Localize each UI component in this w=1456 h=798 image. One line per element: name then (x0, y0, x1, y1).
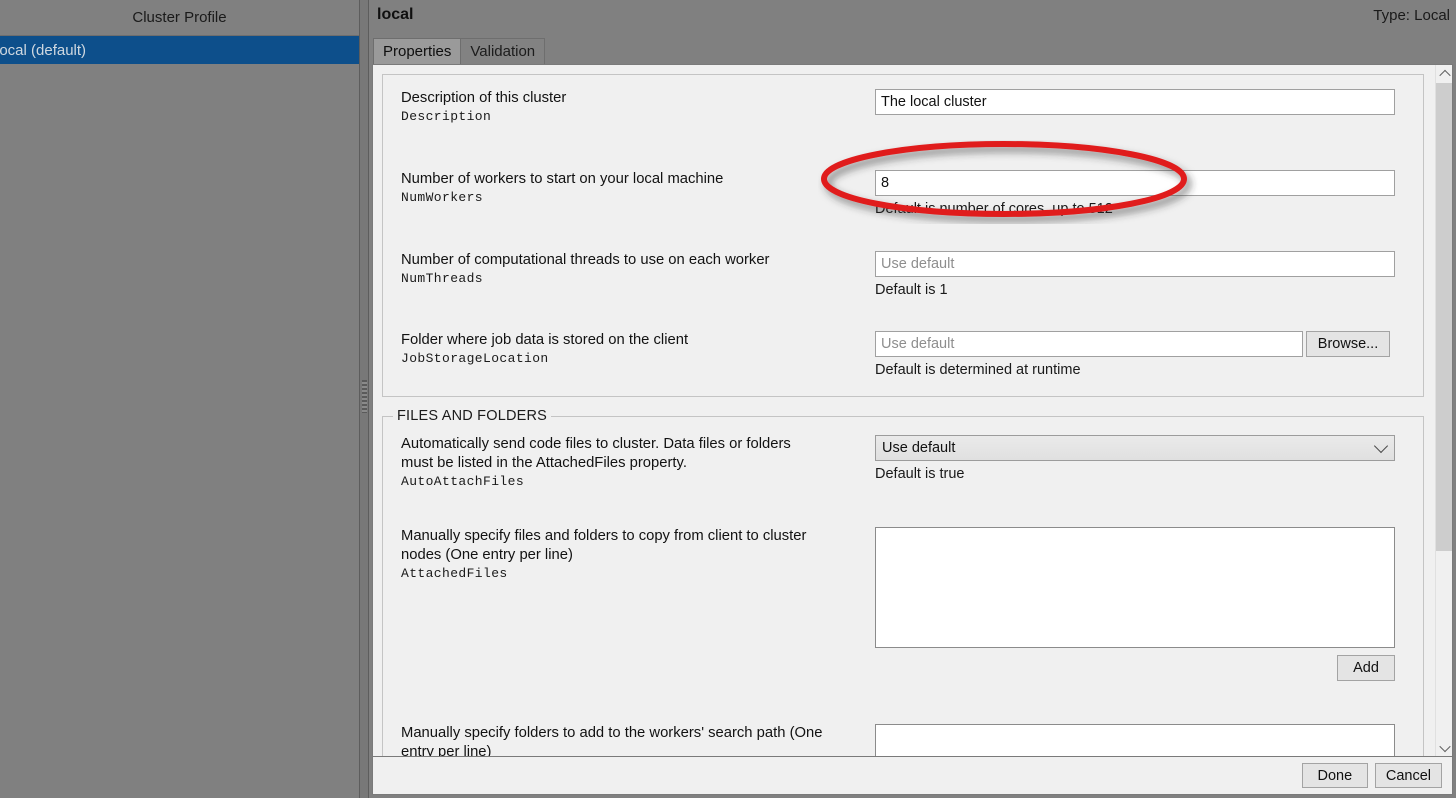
row-description-field (875, 89, 1423, 126)
dialog-button-bar: Done Cancel (372, 757, 1453, 795)
tab-strip: Properties Validation (373, 38, 546, 64)
properties-scroll-viewport: Description of this cluster Description … (373, 65, 1436, 756)
row-autoattachfiles-field: Use default Default is true (875, 435, 1423, 491)
row-additional-paths-labels: Manually specify folders to add to the w… (383, 724, 875, 756)
row-numworkers-labels: Number of workers to start on your local… (383, 170, 875, 219)
row-description-property: Description (401, 109, 492, 124)
row-attachedfiles-label: Manually specify files and folders to co… (401, 528, 807, 563)
row-additional-paths-label: Manually specify folders to add to the w… (401, 725, 823, 756)
properties-vertical-scrollbar[interactable] (1435, 65, 1452, 756)
profile-title-bar: local Type: Local (369, 0, 1456, 34)
profile-type-label: Type: Local (1373, 7, 1450, 24)
cluster-profile-manager-window: Cluster Profile local (default) local Ty… (0, 0, 1456, 798)
row-attachedfiles: Manually specify files and folders to co… (383, 491, 1423, 681)
browse-button[interactable]: Browse... (1306, 331, 1390, 357)
group-files-and-folders: FILES AND FOLDERS Automatically send cod… (382, 408, 1424, 756)
attachedfiles-actions: Add (875, 648, 1395, 681)
scrollbar-thumb[interactable] (1436, 83, 1452, 551)
add-attachedfiles-button[interactable]: Add (1337, 655, 1395, 681)
row-jobstoragelocation-field: Browse... Default is determined at runti… (875, 331, 1423, 380)
row-jobstoragelocation-label: Folder where job data is stored on the c… (401, 332, 689, 348)
autoattachfiles-hint: Default is true (875, 466, 965, 482)
row-numworkers-field: Default is number of cores, up to 512 (875, 170, 1423, 219)
numworkers-hint: Default is number of cores, up to 512 (875, 201, 1113, 217)
chevron-up-icon (1438, 69, 1451, 81)
chevron-down-icon (1438, 740, 1451, 752)
properties-scroll-content: Description of this cluster Description … (373, 65, 1436, 756)
splitter-grip-icon[interactable] (362, 380, 367, 413)
numthreads-hint: Default is 1 (875, 282, 948, 298)
row-autoattachfiles-labels: Automatically send code files to cluster… (383, 435, 875, 491)
row-numthreads-field: Default is 1 (875, 251, 1423, 300)
scroll-up-button[interactable] (1436, 65, 1452, 82)
row-numthreads-label: Number of computational threads to use o… (401, 252, 770, 268)
row-attachedfiles-property: AttachedFiles (401, 566, 508, 581)
row-description-labels: Description of this cluster Description (383, 89, 875, 126)
additional-paths-textarea[interactable] (875, 724, 1395, 756)
cluster-profile-sidebar: Cluster Profile local (default) (0, 0, 359, 798)
row-autoattachfiles-label: Automatically send code files to cluster… (401, 436, 791, 471)
row-additional-paths: Manually specify folders to add to the w… (383, 681, 1423, 756)
row-numthreads: Number of computational threads to use o… (383, 219, 1423, 300)
row-numworkers: Number of workers to start on your local… (383, 126, 1423, 219)
row-description: Description of this cluster Description (383, 75, 1423, 126)
jobstorage-input-group: Browse... (875, 331, 1409, 357)
sidebar-header: Cluster Profile (0, 0, 359, 36)
row-numworkers-label: Number of workers to start on your local… (401, 171, 724, 187)
row-jobstoragelocation: Folder where job data is stored on the c… (383, 300, 1423, 380)
tab-properties-label: Properties (383, 43, 452, 60)
row-attachedfiles-labels: Manually specify files and folders to co… (383, 527, 875, 681)
properties-content-frame: Description of this cluster Description … (372, 64, 1453, 757)
numworkers-input[interactable] (875, 170, 1395, 196)
sidebar-item-local-default[interactable]: local (default) (0, 36, 359, 64)
page-title: local (377, 6, 414, 23)
done-button[interactable]: Done (1301, 763, 1368, 788)
description-input[interactable] (875, 89, 1395, 115)
row-autoattachfiles: Automatically send code files to cluster… (383, 417, 1423, 491)
row-description-label: Description of this cluster (401, 90, 567, 106)
row-attachedfiles-field: Add (875, 527, 1423, 681)
profile-detail-pane: local Type: Local Properties Validation (369, 0, 1456, 798)
attachedfiles-textarea[interactable] (875, 527, 1395, 648)
row-jobstoragelocation-property: JobStorageLocation (401, 351, 549, 366)
autoattachfiles-selected-value: Use default (882, 440, 956, 456)
group-general: Description of this cluster Description … (382, 74, 1424, 397)
panel-splitter[interactable] (359, 0, 369, 798)
chevron-down-icon (1373, 438, 1389, 454)
jobstoragelocation-hint: Default is determined at runtime (875, 362, 1081, 378)
tab-validation[interactable]: Validation (460, 38, 546, 64)
cluster-profile-list: local (default) (0, 36, 359, 64)
scroll-down-button[interactable] (1436, 739, 1452, 756)
tab-properties[interactable]: Properties (373, 38, 462, 64)
sidebar-header-label: Cluster Profile (132, 9, 227, 26)
row-numthreads-labels: Number of computational threads to use o… (383, 251, 875, 300)
cancel-button[interactable]: Cancel (1374, 763, 1442, 788)
numthreads-input[interactable] (875, 251, 1395, 277)
row-autoattachfiles-property: AutoAttachFiles (401, 474, 525, 489)
row-numworkers-property: NumWorkers (401, 190, 484, 205)
sidebar-item-label: local (default) (0, 41, 87, 59)
row-jobstoragelocation-labels: Folder where job data is stored on the c… (383, 331, 875, 380)
jobstoragelocation-input[interactable] (875, 331, 1303, 357)
autoattachfiles-select[interactable]: Use default (875, 435, 1395, 461)
row-additional-paths-field (875, 724, 1423, 756)
tab-validation-label: Validation (470, 43, 536, 60)
row-numthreads-property: NumThreads (401, 271, 484, 286)
